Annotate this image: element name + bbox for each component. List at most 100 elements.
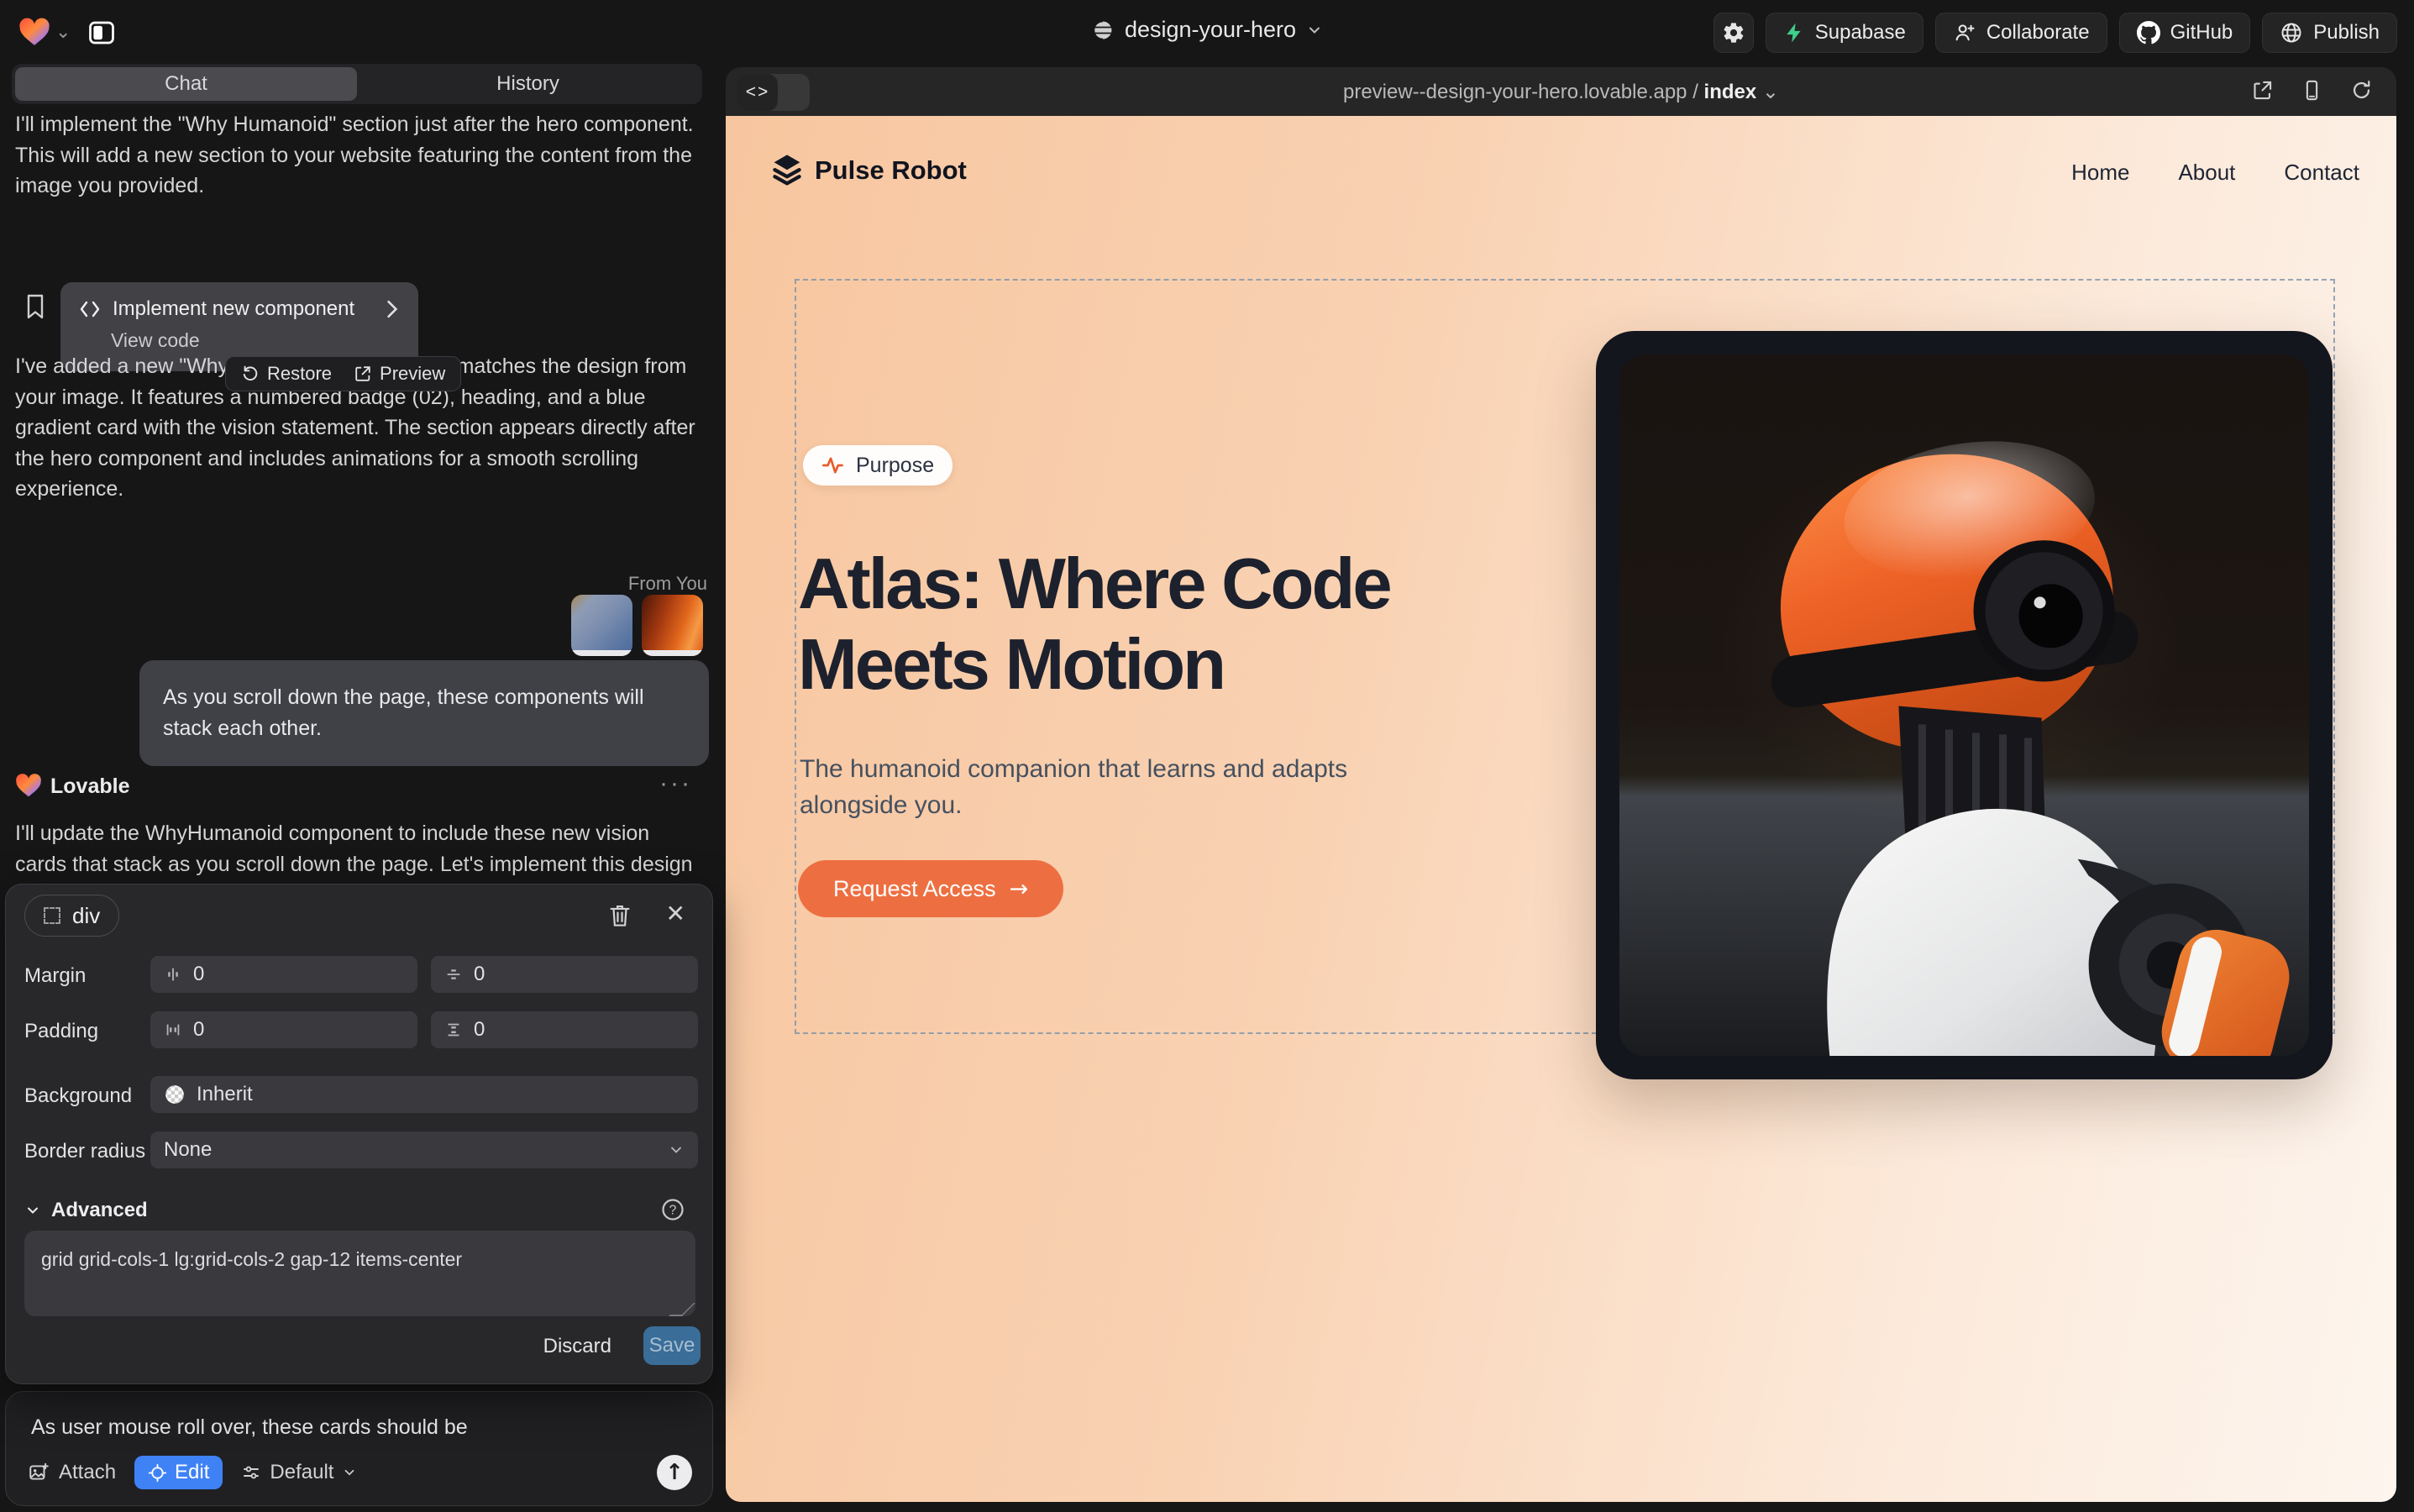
preview-page: index bbox=[1704, 81, 1757, 103]
robot-image bbox=[1619, 354, 2309, 1056]
classes-textarea[interactable]: grid grid-cols-1 lg:grid-cols-2 gap-12 i… bbox=[24, 1231, 695, 1316]
project-menu[interactable]: design-your-hero bbox=[1091, 17, 1323, 43]
github-icon bbox=[2137, 21, 2160, 45]
tab-history[interactable]: History bbox=[357, 67, 699, 101]
supabase-icon bbox=[1783, 22, 1805, 44]
padding-x-input[interactable]: 0 bbox=[150, 1011, 417, 1048]
sliders-icon bbox=[241, 1462, 261, 1483]
pulse-icon bbox=[821, 455, 845, 475]
margin-x-icon bbox=[164, 965, 182, 984]
site-brand[interactable]: Pulse Robot bbox=[770, 153, 967, 188]
tab-chat[interactable]: Chat bbox=[15, 67, 357, 101]
attachment-thumbnail-orange[interactable] bbox=[642, 595, 703, 656]
publish-button[interactable]: Publish bbox=[2262, 13, 2397, 53]
refresh-icon[interactable] bbox=[2350, 79, 2373, 102]
margin-y-input[interactable]: 0 bbox=[431, 956, 698, 993]
settings-button[interactable] bbox=[1713, 13, 1754, 53]
help-icon[interactable]: ? bbox=[660, 1197, 685, 1222]
border-radius-label: Border radius bbox=[24, 1140, 145, 1163]
lovable-logo-icon[interactable] bbox=[18, 17, 50, 47]
chevron-down-icon bbox=[24, 1202, 41, 1219]
open-external-icon[interactable] bbox=[2251, 79, 2274, 102]
border-radius-select[interactable]: None bbox=[150, 1131, 698, 1168]
site-canvas: Pulse Robot Home About Contact Purpose A… bbox=[726, 116, 2396, 1502]
hero-robot-card bbox=[1596, 331, 2333, 1079]
padding-x-icon bbox=[164, 1021, 182, 1039]
selected-element-chip[interactable]: div bbox=[24, 895, 119, 937]
request-access-button[interactable]: Request Access → bbox=[798, 860, 1063, 917]
layers-logo-icon bbox=[770, 153, 804, 188]
restore-button[interactable]: Restore bbox=[241, 363, 332, 385]
lovable-avatar-icon bbox=[15, 773, 42, 798]
hero-headline: Atlas: Where Code Meets Motion bbox=[798, 544, 1504, 706]
preview-button[interactable]: Preview bbox=[354, 363, 445, 385]
chevron-down-icon: ⌄ bbox=[1762, 80, 1779, 103]
preview-panel: <> preview--design-your-hero.lovable.app… bbox=[726, 67, 2396, 1502]
close-inspector-icon[interactable]: ✕ bbox=[666, 900, 685, 927]
chevron-down-icon bbox=[342, 1465, 357, 1480]
chevron-down-icon bbox=[1306, 22, 1323, 39]
assistant-header: Lovable ··· bbox=[15, 773, 702, 803]
chat-history-tabs: Chat History bbox=[12, 64, 702, 104]
sidebar-toggle-button[interactable] bbox=[81, 12, 123, 54]
padding-label: Padding bbox=[24, 1020, 98, 1043]
external-link-icon bbox=[354, 365, 372, 383]
element-inspector-panel: div ✕ Margin 0 0 Padding 0 0 Background bbox=[5, 884, 713, 1384]
preview-url[interactable]: preview--design-your-hero.lovable.app / … bbox=[726, 80, 2396, 104]
supabase-button[interactable]: Supabase bbox=[1766, 13, 1923, 53]
project-name: design-your-hero bbox=[1125, 17, 1296, 43]
hero-subheadline: The humanoid companion that learns and a… bbox=[800, 751, 1354, 823]
logo-chevron-down-icon[interactable]: ⌄ bbox=[55, 22, 71, 43]
from-you-label: From You bbox=[628, 573, 707, 595]
background-input[interactable]: Inherit bbox=[150, 1076, 698, 1113]
padding-y-icon bbox=[444, 1021, 463, 1039]
nav-about[interactable]: About bbox=[2178, 160, 2235, 186]
user-message-bubble: As you scroll down the page, these compo… bbox=[139, 660, 709, 766]
mobile-view-icon[interactable] bbox=[2301, 79, 2323, 102]
discard-button[interactable]: Discard bbox=[543, 1335, 611, 1358]
view-code-link[interactable]: View code bbox=[111, 329, 400, 352]
selected-tag: div bbox=[72, 903, 100, 929]
nav-home[interactable]: Home bbox=[2071, 160, 2129, 186]
advanced-section-toggle[interactable]: Advanced bbox=[24, 1199, 148, 1222]
chat-composer[interactable]: As user mouse roll over, these cards sho… bbox=[5, 1391, 713, 1506]
arrow-right-icon: → bbox=[1010, 876, 1029, 902]
margin-label: Margin bbox=[24, 964, 86, 988]
bookmark-icon[interactable] bbox=[25, 294, 45, 319]
globe-icon bbox=[1091, 18, 1115, 42]
padding-y-input[interactable]: 0 bbox=[431, 1011, 698, 1048]
transparent-swatch-icon bbox=[164, 1084, 186, 1105]
margin-y-icon bbox=[444, 965, 463, 984]
publish-globe-icon bbox=[2280, 21, 2303, 45]
code-icon bbox=[79, 300, 101, 318]
attachment-thumbnail-blue[interactable] bbox=[571, 595, 632, 656]
attach-image-icon bbox=[28, 1462, 50, 1483]
svg-text:?: ? bbox=[669, 1204, 677, 1218]
model-select[interactable]: Default bbox=[241, 1461, 357, 1484]
restore-preview-toolbar: Restore Preview bbox=[225, 356, 461, 391]
edit-mode-button[interactable]: Edit bbox=[134, 1456, 223, 1489]
chevron-down-icon bbox=[668, 1142, 685, 1158]
composer-input[interactable]: As user mouse roll over, these cards sho… bbox=[31, 1415, 468, 1440]
collaborate-button[interactable]: Collaborate bbox=[1935, 13, 2107, 53]
chevron-right-icon bbox=[385, 300, 400, 318]
restore-icon bbox=[241, 365, 260, 383]
nav-contact[interactable]: Contact bbox=[2284, 160, 2359, 186]
background-label: Background bbox=[24, 1084, 132, 1108]
preview-toolbar: <> preview--design-your-hero.lovable.app… bbox=[726, 67, 2396, 116]
message-menu-icon[interactable]: ··· bbox=[659, 769, 692, 798]
target-icon bbox=[148, 1463, 167, 1483]
save-button[interactable]: Save bbox=[643, 1326, 701, 1365]
github-button[interactable]: GitHub bbox=[2119, 13, 2251, 53]
attach-button[interactable]: Attach bbox=[28, 1461, 116, 1484]
delete-element-icon[interactable] bbox=[608, 903, 632, 928]
purpose-badge: Purpose bbox=[803, 445, 952, 486]
robot-illustration bbox=[1619, 354, 2309, 1056]
assistant-name: Lovable bbox=[50, 774, 129, 799]
dashed-selection-icon bbox=[44, 907, 60, 924]
panel-left-icon bbox=[87, 18, 117, 48]
send-button[interactable]: ↑ bbox=[657, 1455, 692, 1490]
site-nav: Home About Contact bbox=[2071, 160, 2359, 186]
margin-x-input[interactable]: 0 bbox=[150, 956, 417, 993]
gear-icon bbox=[1722, 21, 1745, 45]
